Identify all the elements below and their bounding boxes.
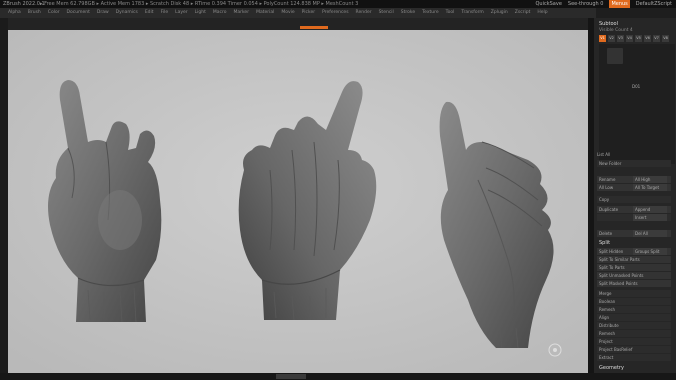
menu-file[interactable]: File — [161, 8, 169, 18]
v4-toggle[interactable]: V4 — [626, 35, 633, 42]
v5-toggle[interactable]: V5 — [635, 35, 642, 42]
all-low-row[interactable]: All Low All To Target — [597, 184, 671, 191]
project-section[interactable]: Project — [597, 338, 671, 345]
menu-zscript[interactable]: Zscript — [515, 8, 531, 18]
v8-toggle[interactable]: V8 — [662, 35, 669, 42]
main-menu-bar: Alpha Brush Color Document Draw Dynamics… — [0, 8, 596, 18]
geometry-section-header[interactable]: Geometry — [599, 365, 624, 371]
project-basrelief-section[interactable]: Project BasRelief — [597, 346, 671, 353]
menu-layer[interactable]: Layer — [175, 8, 188, 18]
subtool-title[interactable]: Subtool — [599, 21, 618, 27]
split-section-header[interactable]: Split — [599, 240, 610, 246]
menu-transform[interactable]: Transform — [461, 8, 483, 18]
copy-row[interactable]: Copy — [597, 196, 671, 203]
subtool-panel: Subtool Visible Count 4 V1 V2 V3 V4 V5 V… — [594, 18, 676, 373]
menu-stroke[interactable]: Stroke — [401, 8, 415, 18]
subtool-visibility-icons: V1 V2 V3 V4 V5 V6 V7 V8 — [599, 35, 669, 42]
split-unmasked-points-button[interactable]: Split Unmasked Points — [597, 272, 671, 279]
align-section[interactable]: Align — [597, 314, 671, 321]
v6-toggle[interactable]: V6 — [644, 35, 651, 42]
menu-material[interactable]: Material — [256, 8, 274, 18]
menu-render[interactable]: Render — [356, 8, 372, 18]
split-to-parts-button[interactable]: Split To Parts — [597, 264, 671, 271]
menu-movie[interactable]: Movie — [281, 8, 294, 18]
subtool-thumbnail[interactable] — [607, 48, 623, 64]
title-bar-controls: QuickSave See-through 0 Menus DefaultZSc… — [535, 0, 672, 8]
canvas-viewport[interactable] — [8, 30, 588, 373]
menu-color[interactable]: Color — [48, 8, 60, 18]
new-folder-row[interactable]: New Folder — [597, 160, 671, 167]
v7-toggle[interactable]: V7 — [653, 35, 660, 42]
menus-button[interactable]: Menus — [609, 0, 630, 8]
menu-texture[interactable]: Texture — [422, 8, 438, 18]
visible-count[interactable]: Visible Count 4 — [599, 28, 633, 33]
menu-tool[interactable]: Tool — [446, 8, 455, 18]
quicksave-button[interactable]: QuickSave — [535, 0, 561, 8]
left-shelf — [0, 18, 8, 373]
boolean-section[interactable]: Boolean — [597, 298, 671, 305]
bottom-tray-handle[interactable] — [276, 374, 306, 379]
v1-toggle[interactable]: V1 — [599, 35, 606, 42]
menu-light[interactable]: Light — [195, 8, 206, 18]
menu-edit[interactable]: Edit — [145, 8, 154, 18]
script-label[interactable]: DefaultZScript — [636, 0, 672, 8]
remesh-2-section[interactable]: Remesh — [597, 330, 671, 337]
sculpt-canvas[interactable] — [8, 30, 588, 373]
distribute-section[interactable]: Distribute — [597, 322, 671, 329]
menu-zplugin[interactable]: Zplugin — [491, 8, 508, 18]
remesh-section[interactable]: Remesh — [597, 306, 671, 313]
menu-preferences[interactable]: Preferences — [322, 8, 348, 18]
extract-section[interactable]: Extract — [597, 354, 671, 361]
subtool-list[interactable]: D01 — [599, 44, 675, 164]
subtool-name: D01 — [632, 84, 641, 89]
insert-row[interactable]: Insert — [597, 214, 671, 221]
duplicate-row[interactable]: Duplicate Append — [597, 206, 671, 213]
menu-marker[interactable]: Marker — [234, 8, 250, 18]
list-all-button[interactable]: List All — [597, 152, 610, 157]
menu-picker[interactable]: Picker — [302, 8, 315, 18]
menu-help[interactable]: Help — [537, 8, 547, 18]
see-through-slider[interactable]: See-through 0 — [568, 0, 604, 8]
app-title: ZBrush 2022.0.1 — [3, 1, 45, 7]
v3-toggle[interactable]: V3 — [617, 35, 624, 42]
menu-macro[interactable]: Macro — [213, 8, 227, 18]
menu-alpha[interactable]: Alpha — [8, 8, 21, 18]
menu-stencil[interactable]: Stencil — [379, 8, 394, 18]
split-masked-points-button[interactable]: Split Masked Points — [597, 280, 671, 287]
tray-tab-indicator[interactable] — [300, 26, 328, 29]
rename-row[interactable]: Rename All High — [597, 176, 671, 183]
merge-section[interactable]: Merge — [597, 290, 671, 297]
split-hidden-row[interactable]: Split Hidden Groups Split — [597, 248, 671, 255]
delete-row[interactable]: Delete Del All — [597, 230, 671, 237]
bottom-tray — [0, 373, 676, 380]
v2-toggle[interactable]: V2 — [608, 35, 615, 42]
split-to-similar-parts-button[interactable]: Split To Similar Parts — [597, 256, 671, 263]
status-readout: ▸ Free Mem 62.798GB ▸ Active Mem 1783 ▸ … — [40, 1, 359, 7]
menu-brush[interactable]: Brush — [28, 8, 41, 18]
title-bar: ZBrush 2022.0.1 ▸ Free Mem 62.798GB ▸ Ac… — [0, 0, 676, 8]
menu-dynamics[interactable]: Dynamics — [116, 8, 138, 18]
top-tray — [8, 18, 588, 30]
menu-draw[interactable]: Draw — [97, 8, 109, 18]
menu-document[interactable]: Document — [67, 8, 90, 18]
